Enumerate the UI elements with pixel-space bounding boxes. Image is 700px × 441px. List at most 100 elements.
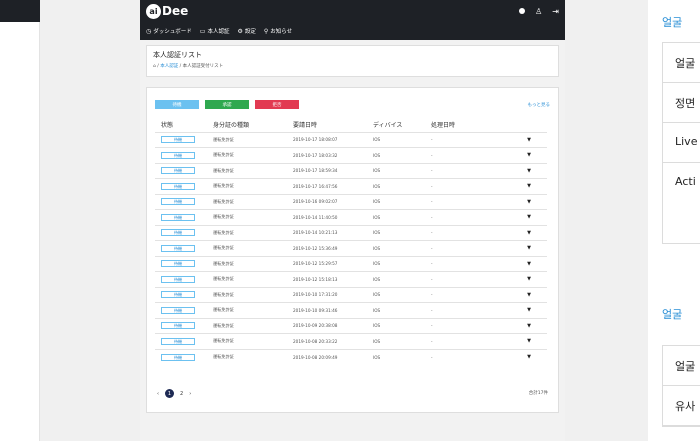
page-1-button[interactable]: 1 [165,389,174,398]
nav-dashboard[interactable]: ◷ ダッシュボード [146,27,192,36]
table-header-row: 状態 身分証の種類 要請日時 ディバイス 処理日時 [155,118,547,132]
right-panel: 얼굴 얼굴 정면 Live Acti 얼굴 얼굴 유사 [648,0,700,441]
expand-caret-icon[interactable]: ▼ [505,147,547,163]
row-status: 待機 [155,333,207,349]
header-actions [505,118,547,132]
expand-caret-icon[interactable]: ▼ [505,302,547,318]
expand-caret-icon[interactable]: ▼ [505,286,547,303]
nav-verification[interactable]: ▭ 本人認証 [200,27,230,36]
row-processed-at: - [425,333,505,349]
pagination: ‹ 1 2 › [157,389,191,398]
table-row[interactable]: 待機 運転免許証 2019-10-17 18:08:07 IOS - ▼ [155,131,547,148]
logo-badge: ai [146,3,161,19]
filter-approve-button[interactable]: 承認 [205,100,249,109]
row-processed-at: - [425,162,505,179]
status-badge[interactable]: 待機 [161,337,195,345]
row-requested-at: 2019-10-08 20:09:49 [287,348,367,365]
expand-caret-icon[interactable]: ▼ [505,271,547,287]
top-bar: ai Dee ♙ ⇥ [140,0,565,22]
table-row[interactable]: 待機 運転免許証 2019-10-14 10:21:13 IOS - ▼ [155,224,547,241]
header-status[interactable]: 状態 [155,118,207,132]
table-row[interactable]: 待機 運転免許証 2019-10-17 18:59:34 IOS - ▼ [155,162,547,179]
status-badge[interactable]: 待機 [161,213,195,221]
row-status: 待機 [155,286,207,303]
pin-icon: ⚲ [263,27,269,35]
header-processed-at[interactable]: 処理日時 [425,118,505,132]
expand-caret-icon[interactable]: ▼ [505,317,547,334]
status-badge[interactable]: 待機 [161,353,195,361]
expand-caret-icon[interactable]: ▼ [505,193,547,210]
left-panel-header [0,0,40,22]
row-id-type: 運転免許証 [207,162,287,179]
expand-caret-icon[interactable]: ▼ [505,178,547,194]
table-row[interactable]: 待機 運転免許証 2019-10-17 18:03:32 IOS - ▼ [155,147,547,163]
next-page-button[interactable]: › [189,391,191,397]
nav-settings[interactable]: ⚙ 設定 [237,27,255,36]
status-dot-icon[interactable] [519,8,526,14]
table-row[interactable]: 待機 運転免許証 2019-10-12 15:18:13 IOS - ▼ [155,271,547,287]
table-row[interactable]: 待機 運転免許証 2019-10-08 20:09:49 IOS - ▼ [155,348,547,365]
nav-notices[interactable]: ⚲ お知らせ [263,27,292,36]
row-status: 待機 [155,147,207,163]
home-icon[interactable]: ⌂ [153,64,156,69]
breadcrumb-item-verification[interactable]: 本人認証 [160,64,178,69]
expand-caret-icon[interactable]: ▼ [505,240,547,256]
expand-caret-icon[interactable]: ▼ [505,224,547,241]
expand-caret-icon[interactable]: ▼ [505,333,547,349]
row-id-type: 運転免許証 [207,193,287,210]
row-status: 待機 [155,193,207,210]
row-device: IOS [367,224,425,241]
table-row[interactable]: 待機 運転免許証 2019-10-16 09:02:07 IOS - ▼ [155,193,547,210]
status-badge[interactable]: 待機 [161,306,195,314]
status-badge[interactable]: 待機 [161,167,195,175]
total-count: 合計17件 [528,391,548,396]
status-badge[interactable]: 待機 [161,260,195,268]
expand-caret-icon[interactable]: ▼ [505,131,547,148]
row-device: IOS [367,131,425,148]
status-badge[interactable]: 待機 [161,198,195,206]
table-row[interactable]: 待機 運転免許証 2019-10-10 09:31:46 IOS - ▼ [155,302,547,318]
status-badge[interactable]: 待機 [161,151,195,159]
expand-caret-icon[interactable]: ▼ [505,255,547,272]
table-row[interactable]: 待機 運転免許証 2019-10-09 20:38:08 IOS - ▼ [155,317,547,334]
page-2-button[interactable]: 2 [180,391,183,397]
row-id-type: 運転免許証 [207,240,287,256]
right-row: Live [663,123,700,163]
header-id-type[interactable]: 身分証の種類 [207,118,287,132]
table-row[interactable]: 待機 運転免許証 2019-10-17 16:47:56 IOS - ▼ [155,178,547,194]
clock-icon: ◷ [146,27,152,35]
row-id-type: 運転免許証 [207,271,287,287]
right-box-2: 얼굴 유사 [662,345,700,427]
status-badge[interactable]: 待機 [161,136,195,144]
table-row[interactable]: 待機 運転免許証 2019-10-08 20:33:22 IOS - ▼ [155,333,547,349]
status-badge[interactable]: 待機 [161,229,195,237]
status-badge[interactable]: 待機 [161,244,195,252]
logout-icon[interactable]: ⇥ [552,7,559,16]
table-row[interactable]: 待機 運転免許証 2019-10-14 11:40:50 IOS - ▼ [155,209,547,225]
table-row[interactable]: 待機 運転免許証 2019-10-12 15:36:49 IOS - ▼ [155,240,547,256]
status-badge[interactable]: 待機 [161,291,195,299]
more-link[interactable]: もっと見る [528,102,551,108]
expand-caret-icon[interactable]: ▼ [505,162,547,179]
row-status: 待機 [155,178,207,194]
status-badge[interactable]: 待機 [161,275,195,283]
header-requested-at[interactable]: 要請日時 [287,118,367,132]
table-row[interactable]: 待機 運転免許証 2019-10-10 17:31:20 IOS - ▼ [155,286,547,303]
row-requested-at: 2019-10-12 15:29:57 [287,255,367,272]
list-panel: 待機 承認 拒否 もっと見る 状態 身分証の種類 要請日時 ディバイス 処理日時 [146,87,559,413]
right-row: 정면 [663,83,700,123]
status-badge[interactable]: 待機 [161,182,195,190]
table-row[interactable]: 待機 運転免許証 2019-10-12 15:29:57 IOS - ▼ [155,255,547,272]
row-processed-at: - [425,193,505,210]
expand-caret-icon[interactable]: ▼ [505,348,547,365]
status-badge[interactable]: 待機 [161,322,195,330]
user-icon[interactable]: ♙ [535,7,542,16]
logo[interactable]: ai Dee [146,3,188,19]
row-id-type: 運転免許証 [207,178,287,194]
filter-wait-button[interactable]: 待機 [155,100,199,109]
row-requested-at: 2019-10-12 15:18:13 [287,271,367,287]
prev-page-button[interactable]: ‹ [157,391,159,397]
header-device[interactable]: ディバイス [367,118,425,132]
filter-reject-button[interactable]: 拒否 [255,100,299,109]
expand-caret-icon[interactable]: ▼ [505,209,547,225]
